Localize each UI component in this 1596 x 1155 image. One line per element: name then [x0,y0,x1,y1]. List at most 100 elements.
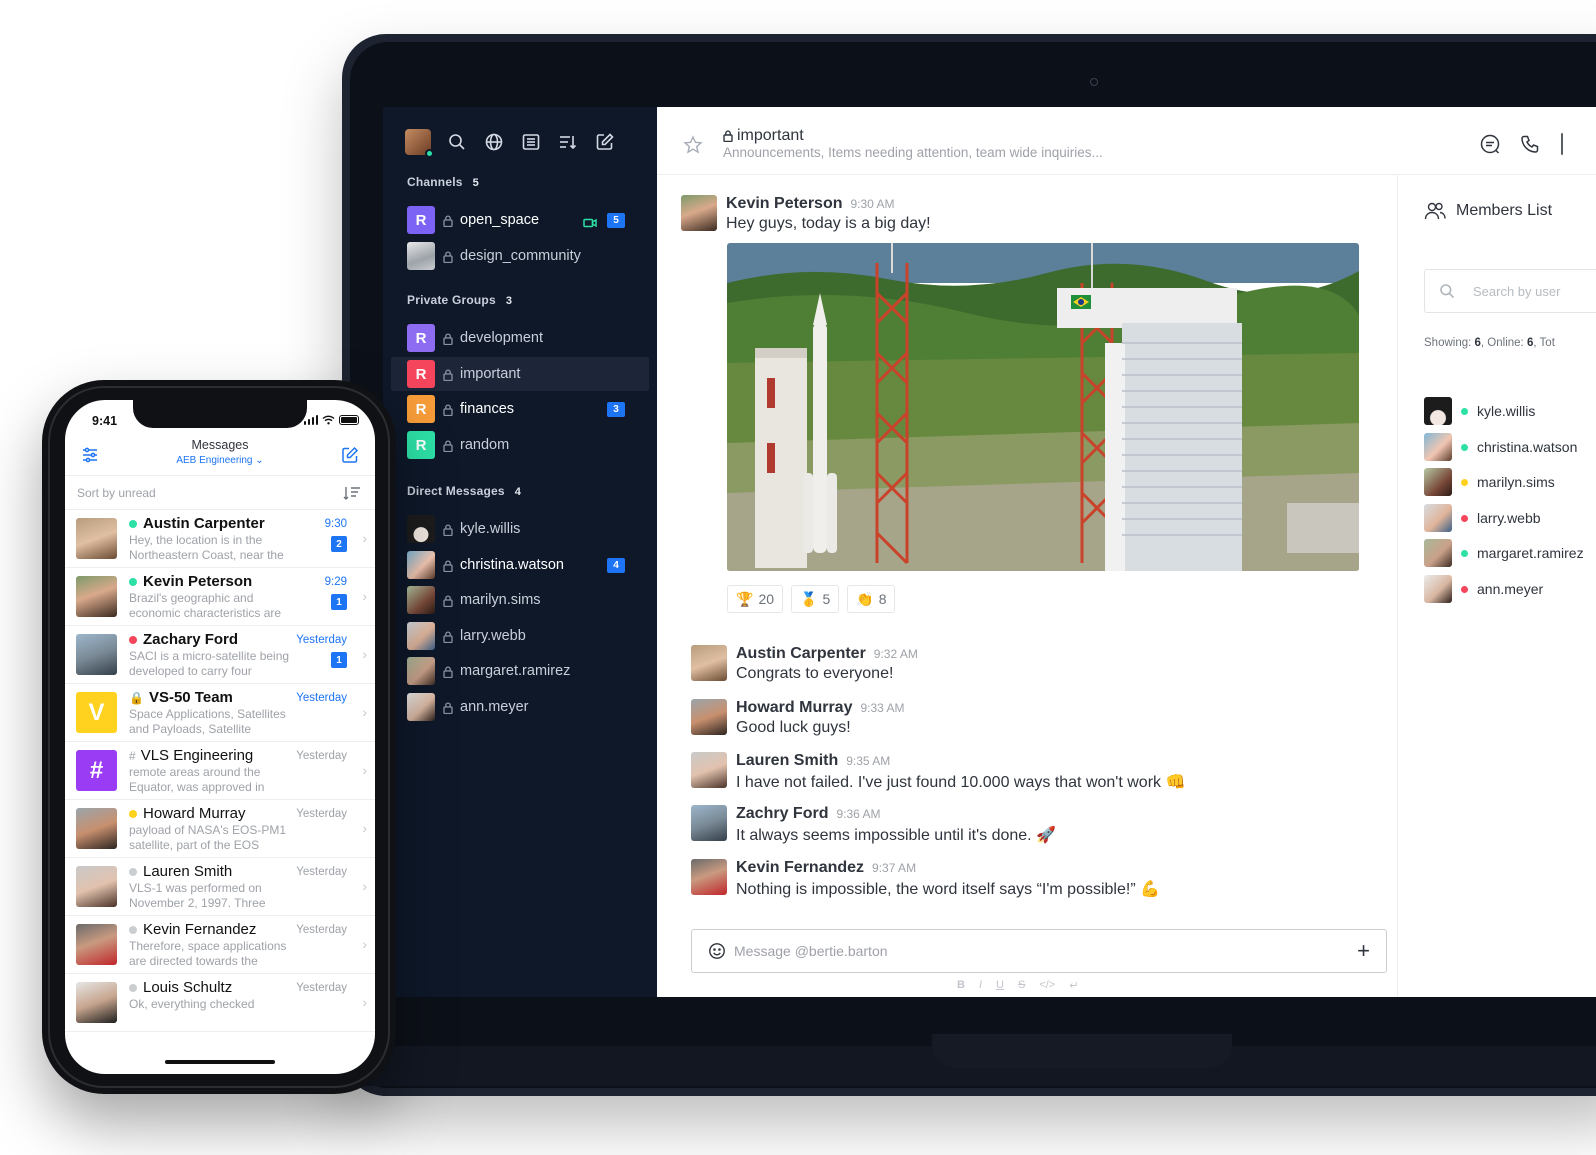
message-composer[interactable]: Message @bertie.barton + [691,929,1387,973]
conversation-row[interactable]: Howard Murray payload of NASA's EOS-PM1 … [65,800,375,858]
conversation-time: 9:29 [324,576,347,588]
author-name[interactable]: Kevin Fernandez [736,859,864,876]
main-panel: important Announcements, Items needing a… [657,107,1596,997]
underline-button[interactable]: U [996,979,1004,992]
chevron-right-icon: › [362,878,367,894]
member-row[interactable]: margaret.ramirez [1424,539,1584,567]
video-icon [583,215,597,228]
battery-icon [339,415,359,425]
conversation-row[interactable]: V 🔒 VS-50 Team Space Applications, Satell… [65,684,375,742]
home-indicator[interactable] [165,1060,275,1064]
italic-button[interactable]: I [979,979,982,992]
member-avatar [1424,397,1452,425]
sidebar-item-christina-watson[interactable]: christina.watson 4 [391,548,649,582]
phone-call-icon[interactable] [1519,133,1541,155]
sidebar-item-open-space[interactable]: R open_space 5 [391,203,649,237]
member-row[interactable]: ann.meyer [1424,575,1543,603]
conversation-row[interactable]: Kevin Peterson Brazil's geographic and e… [65,568,375,626]
status-bar-icons [303,415,359,425]
dm-name: marilyn.sims [460,592,541,608]
discussion-icon[interactable] [1479,133,1501,155]
message-input-placeholder[interactable]: Message @bertie.barton [734,943,888,959]
author-name[interactable]: Kevin Peterson [726,195,842,212]
member-row[interactable]: christina.watson [1424,433,1577,461]
conversation-preview: Ok, everything checked [129,997,255,1011]
workspace-selector[interactable]: AEB Engineering ⌄ [65,455,375,466]
reaction-clap[interactable]: 👏 8 [847,585,896,613]
author-avatar[interactable] [691,805,727,841]
author-avatar[interactable] [691,752,727,788]
sort-icon[interactable] [343,486,361,500]
section-label: Channels [407,175,463,189]
emoji-picker-icon[interactable] [708,942,726,960]
search-icon[interactable] [446,131,468,153]
reaction-medal[interactable]: 🥇 5 [791,585,840,613]
hash-icon: # [129,748,136,763]
conversation-avatar: # [76,750,117,791]
conversation-row[interactable]: Austin Carpenter Hey, the location is in… [65,510,375,568]
sidebar-item-development[interactable]: R development [391,321,649,355]
reaction-trophy[interactable]: 🏆 20 [727,585,784,613]
conversation-row[interactable]: Lauren Smith VLS-1 was performed on Nove… [65,858,375,916]
author-name[interactable]: Howard Murray [736,699,852,716]
lock-icon [443,701,453,715]
lock-icon [443,630,453,644]
add-attachment-icon[interactable]: + [1357,938,1370,964]
compose-icon[interactable] [594,131,616,153]
wifi-icon [322,415,335,425]
reaction-count: 8 [878,591,887,607]
sort-icon[interactable] [557,131,579,153]
conversation-name-text: Louis Schultz [143,979,233,996]
author-avatar[interactable] [691,645,727,681]
sidebar-item-kyle-willis[interactable]: kyle.willis [391,512,649,546]
favorite-star-icon[interactable] [683,135,703,155]
conversation-preview: Hey, the location is in the Northeastern… [129,533,284,562]
members-search-input[interactable]: Search by user [1424,269,1596,313]
status-bar-time: 9:41 [92,414,118,428]
author-name[interactable]: Lauren Smith [736,752,838,769]
conversation-name: Kevin Peterson [129,573,252,590]
mobile-header: Messages AEB Engineering ⌄ [65,434,375,476]
chevron-right-icon: › [362,704,367,720]
desktop-app-screen: Channels 5 R open_space 5 design_communit… [383,107,1596,997]
sidebar-item-margaret-ramirez[interactable]: margaret.ramirez [391,654,649,688]
author-avatar[interactable] [691,859,727,895]
private-groups-section-header: Private Groups 3 [407,293,512,307]
conversation-row[interactable]: Kevin Fernandez Therefore, space applica… [65,916,375,974]
lock-icon: 🔒 [129,690,144,705]
sidebar-item-finances[interactable]: R finances 3 [391,392,649,426]
sidebar-item-larry-webb[interactable]: larry.webb [391,619,649,653]
member-row[interactable]: kyle.willis [1424,397,1535,425]
conversation-row[interactable]: # # VLS Engineering remote areas around t… [65,742,375,800]
directory-globe-icon[interactable] [483,131,505,153]
member-row[interactable]: larry.webb [1424,504,1541,532]
author-name[interactable]: Austin Carpenter [736,645,866,662]
sidebar-item-ann-meyer[interactable]: ann.meyer [391,690,649,724]
sidebar-item-design-community[interactable]: design_community [391,239,649,273]
sidebar-item-important[interactable]: R important [391,357,649,391]
header-divider [1561,133,1563,155]
conversation-name-text: Zachary Ford [143,631,239,648]
sort-bar[interactable]: Sort by unread [65,476,375,510]
conversation-row[interactable]: Louis Schultz Ok, everything checked Yes… [65,974,375,1032]
author-avatar[interactable] [681,195,717,231]
member-row[interactable]: marilyn.sims [1424,468,1555,496]
strike-button[interactable]: S [1018,979,1025,992]
conversation-time: Yesterday [296,982,347,994]
code-button[interactable]: </> [1039,979,1055,992]
author-name[interactable]: Zachry Ford [736,805,828,822]
author-avatar[interactable] [691,699,727,735]
sidebar-item-random[interactable]: R random [391,428,649,462]
multiline-button[interactable]: ↵ [1069,979,1078,992]
lock-icon [443,665,453,679]
conversation-row[interactable]: Zachary Ford SACI is a micro-satellite b… [65,626,375,684]
sidebar-item-marilyn-sims[interactable]: marilyn.sims [391,583,649,617]
bold-button[interactable]: B [957,979,965,992]
dm-name: margaret.ramirez [460,663,571,679]
launch-site-image[interactable] [727,243,1359,571]
user-avatar[interactable] [405,129,434,158]
compose-icon[interactable] [341,446,359,464]
chevron-right-icon: › [362,820,367,836]
list-view-icon[interactable] [520,131,542,153]
conversation-preview: Space Applications, Satellites and Paylo… [129,707,286,736]
